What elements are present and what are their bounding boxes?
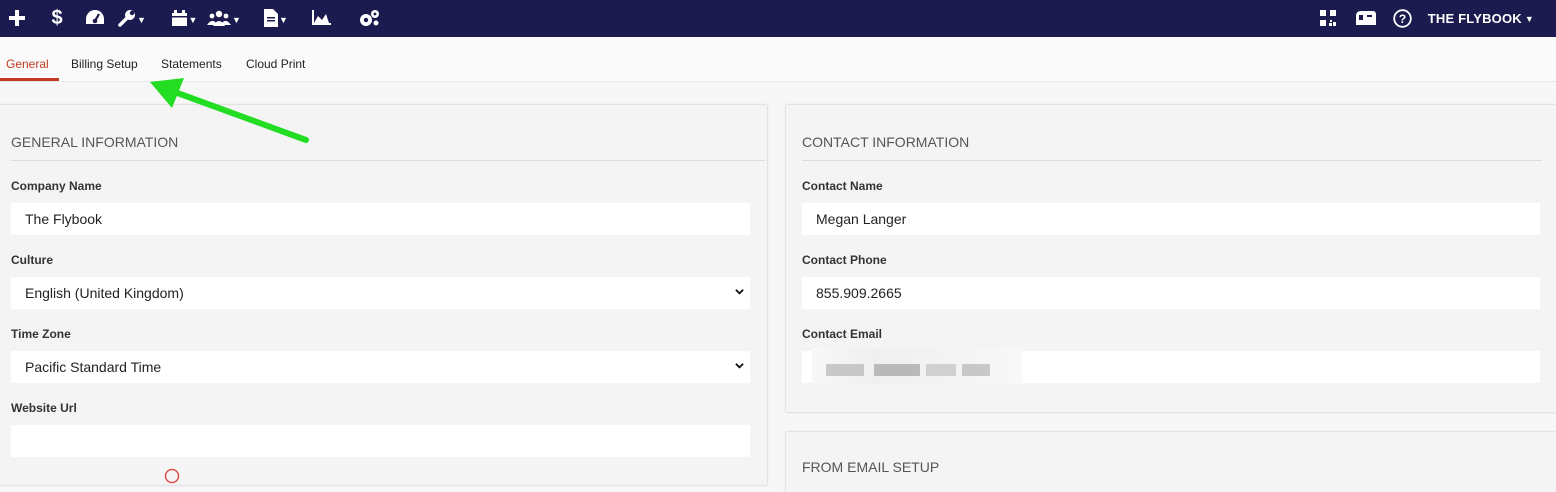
contact-email-label: Contact Email bbox=[802, 327, 883, 341]
tab-billing-setup[interactable]: Billing Setup bbox=[71, 57, 138, 71]
divider bbox=[11, 160, 765, 161]
redacted-email-blur bbox=[962, 364, 990, 376]
area-chart-icon[interactable] bbox=[309, 6, 333, 30]
contact-email-field[interactable] bbox=[802, 348, 1540, 384]
dropdown-caret-icon: ▼ bbox=[188, 15, 198, 25]
settings-cogs-icon[interactable] bbox=[357, 6, 383, 30]
dashboard-gauge-icon[interactable] bbox=[84, 6, 106, 30]
tab-cloud-print[interactable]: Cloud Print bbox=[246, 57, 305, 71]
contact-phone-field[interactable]: 855.909.2665 bbox=[802, 277, 1540, 309]
culture-value: English (United Kingdom) bbox=[25, 285, 184, 301]
svg-text:?: ? bbox=[1398, 12, 1405, 26]
qr-code-icon[interactable] bbox=[1318, 6, 1338, 30]
tab-statements[interactable]: Statements bbox=[161, 57, 222, 71]
dollar-icon[interactable]: $ bbox=[50, 6, 64, 30]
add-icon[interactable] bbox=[8, 6, 26, 30]
company-name-value: The Flybook bbox=[25, 211, 103, 227]
chevron-down-icon bbox=[735, 289, 744, 295]
culture-select[interactable]: English (United Kingdom) bbox=[11, 277, 750, 309]
dropdown-caret-icon: ▼ bbox=[137, 15, 146, 25]
account-menu[interactable]: THE FLYBOOK ▼ bbox=[1428, 0, 1534, 37]
dropdown-caret-icon: ▼ bbox=[232, 15, 241, 25]
help-icon[interactable]: ? bbox=[1391, 6, 1413, 30]
time-zone-value: Pacific Standard Time bbox=[25, 359, 162, 375]
website-url-field[interactable] bbox=[11, 425, 750, 457]
divider bbox=[802, 160, 1542, 161]
dropdown-caret-icon: ▼ bbox=[279, 15, 288, 25]
contact-name-field[interactable]: Megan Langer bbox=[802, 203, 1540, 235]
from-email-setup-panel: FROM EMAIL SETUP bbox=[786, 432, 1556, 492]
settings-tabs: General Billing Setup Statements Cloud P… bbox=[0, 37, 1556, 82]
culture-label: Culture bbox=[11, 253, 53, 267]
calendar-icon[interactable]: ▼ bbox=[170, 6, 198, 30]
top-navbar: $ ▼ ▼ ▼ ▼ ? THE FLYBOOK ▼ bbox=[0, 0, 1556, 37]
document-icon[interactable]: ▼ bbox=[263, 6, 289, 30]
redacted-email-blur bbox=[926, 364, 956, 376]
contact-name-label: Contact Name bbox=[802, 179, 883, 193]
contact-phone-value: 855.909.2665 bbox=[816, 285, 902, 301]
wrench-icon[interactable]: ▼ bbox=[118, 6, 146, 30]
tab-general[interactable]: General bbox=[6, 57, 49, 71]
redacted-email-blur bbox=[826, 364, 864, 376]
general-information-panel: GENERAL INFORMATION Company Name The Fly… bbox=[0, 105, 767, 485]
contact-information-panel: CONTACT INFORMATION Contact Name Megan L… bbox=[786, 105, 1556, 412]
account-name: THE FLYBOOK bbox=[1427, 11, 1522, 26]
time-zone-label: Time Zone bbox=[11, 327, 71, 341]
active-tab-indicator bbox=[0, 78, 59, 81]
caret-down-icon: ▼ bbox=[1524, 13, 1534, 24]
people-icon[interactable]: ▼ bbox=[206, 6, 242, 30]
contact-phone-label: Contact Phone bbox=[802, 253, 887, 267]
company-name-label: Company Name bbox=[11, 179, 102, 193]
website-url-label: Website Url bbox=[11, 401, 77, 415]
contact-name-value: Megan Langer bbox=[816, 211, 907, 227]
panel-title: GENERAL INFORMATION bbox=[11, 134, 179, 150]
info-circle-icon[interactable] bbox=[164, 468, 180, 484]
mailbox-icon[interactable] bbox=[1355, 6, 1377, 30]
chevron-down-icon bbox=[735, 363, 744, 369]
redacted-email-blur bbox=[874, 364, 920, 376]
company-name-field[interactable]: The Flybook bbox=[11, 203, 750, 235]
panel-title: CONTACT INFORMATION bbox=[802, 134, 970, 150]
time-zone-select[interactable]: Pacific Standard Time bbox=[11, 351, 750, 383]
panel-title: FROM EMAIL SETUP bbox=[802, 459, 940, 475]
